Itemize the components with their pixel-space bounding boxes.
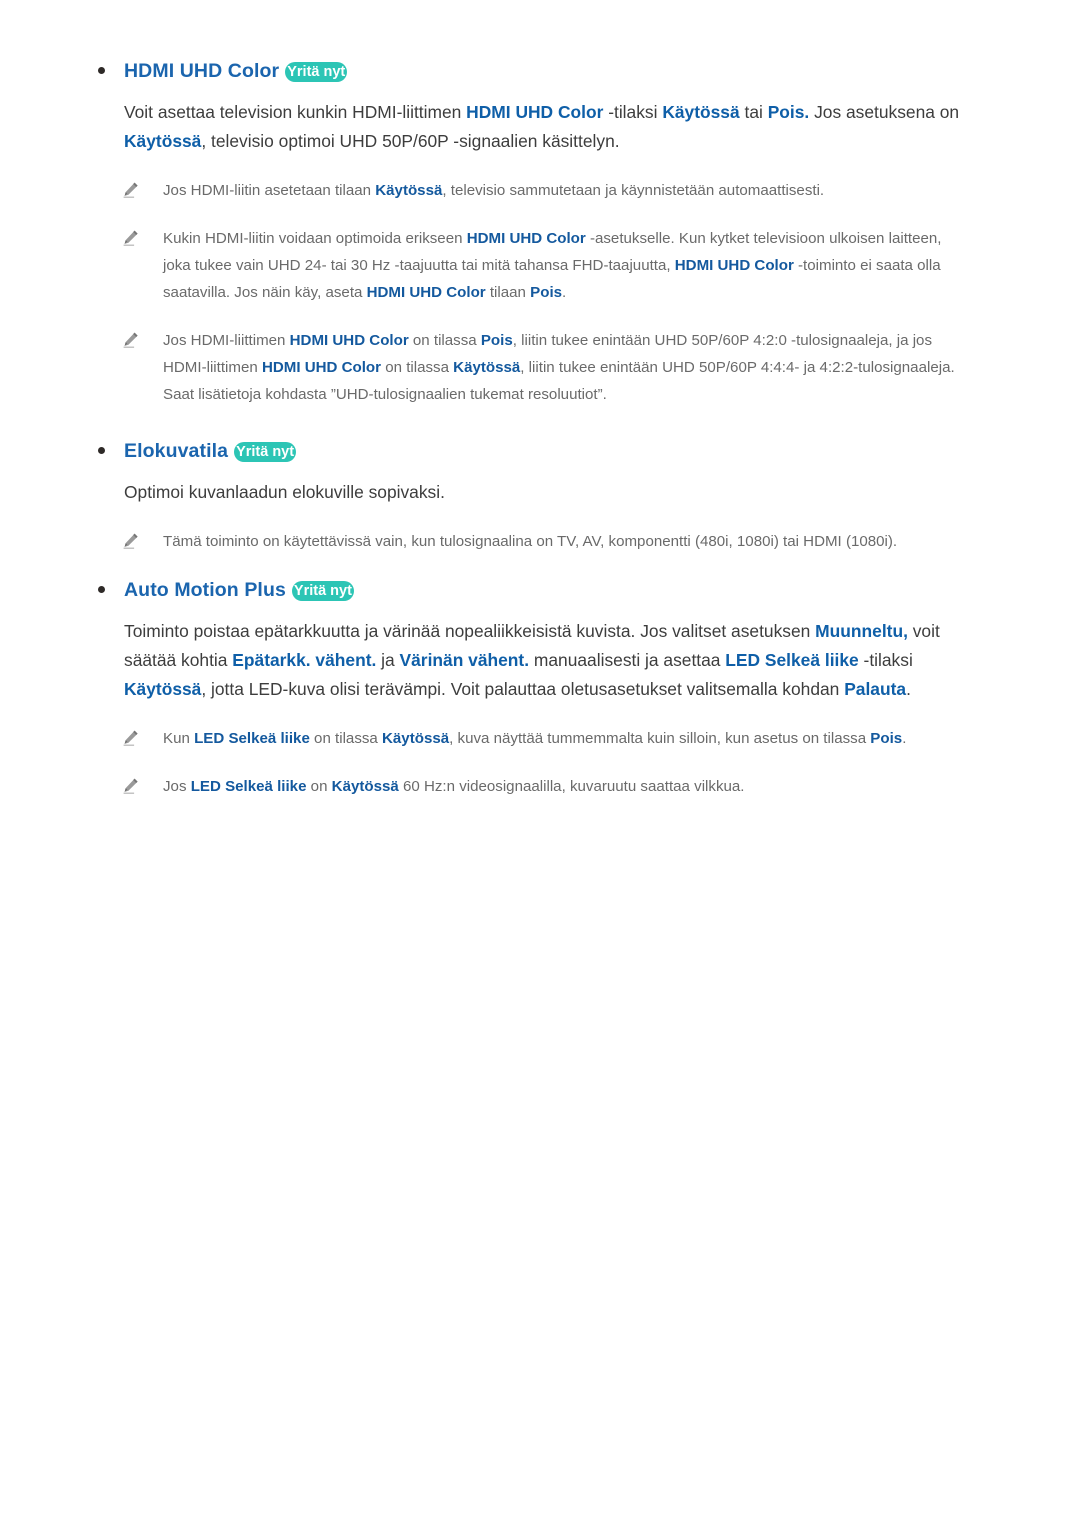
note-item: Tämä toiminto on käytettävissä vain, kun… — [0, 528, 1080, 555]
pencil-icon — [123, 182, 138, 198]
note-item: Jos HDMI-liittimen HDMI UHD Color on til… — [0, 327, 1080, 408]
bullet-marker — [98, 67, 105, 74]
section-elokuvatila: Elokuvatila Yritä nyt Optimoi kuvanlaadu… — [0, 436, 1080, 555]
section-title: Auto Motion Plus — [124, 579, 286, 601]
note-text: Jos LED Selkeä liike on Käytössä 60 Hz:n… — [163, 778, 745, 795]
note-item: Jos HDMI-liitin asetetaan tilaan Käytöss… — [0, 177, 1080, 204]
section-heading: HDMI UHD Color Yritä nyt — [0, 56, 1080, 86]
section-heading: Elokuvatila Yritä nyt — [0, 436, 1080, 466]
note-text: Kukin HDMI-liitin voidaan optimoida erik… — [163, 230, 942, 301]
section-paragraph: Toiminto poistaa epätarkkuutta ja värinä… — [124, 621, 940, 699]
try-now-badge[interactable]: Yritä nyt — [234, 442, 297, 462]
pencil-icon — [123, 533, 138, 549]
section-title: Elokuvatila — [124, 440, 229, 462]
section-paragraph: Voit asettaa television kunkin HDMI-liit… — [124, 102, 960, 151]
section-auto-motion-plus: Auto Motion Plus Yritä nyt Toiminto pois… — [0, 575, 1080, 800]
document-page: HDMI UHD Color Yritä nyt Voit asettaa te… — [0, 0, 1080, 1527]
try-now-badge[interactable]: Yritä nyt — [285, 62, 348, 82]
try-now-badge[interactable]: Yritä nyt — [291, 581, 354, 601]
section-hdmi-uhd-color: HDMI UHD Color Yritä nyt Voit asettaa te… — [0, 56, 1080, 408]
section-title: HDMI UHD Color — [124, 60, 280, 82]
pencil-icon — [123, 230, 138, 246]
note-item: Kukin HDMI-liitin voidaan optimoida erik… — [0, 225, 1080, 306]
note-text: Tämä toiminto on käytettävissä vain, kun… — [163, 533, 898, 550]
bullet-marker — [98, 586, 105, 593]
pencil-icon — [123, 332, 138, 348]
pencil-icon — [123, 778, 138, 794]
note-text: Kun LED Selkeä liike on tilassa Käytössä… — [163, 730, 907, 747]
note-item: Kun LED Selkeä liike on tilassa Käytössä… — [0, 725, 1080, 752]
note-text: Jos HDMI-liitin asetetaan tilaan Käytöss… — [163, 182, 825, 199]
bullet-marker — [98, 447, 105, 454]
section-paragraph: Optimoi kuvanlaadun elokuville sopivaksi… — [124, 482, 445, 502]
note-text: Jos HDMI-liittimen HDMI UHD Color on til… — [163, 332, 955, 403]
section-heading: Auto Motion Plus Yritä nyt — [0, 575, 1080, 605]
pencil-icon — [123, 730, 138, 746]
document-content: HDMI UHD Color Yritä nyt Voit asettaa te… — [0, 56, 1080, 800]
note-item: Jos LED Selkeä liike on Käytössä 60 Hz:n… — [0, 773, 1080, 800]
